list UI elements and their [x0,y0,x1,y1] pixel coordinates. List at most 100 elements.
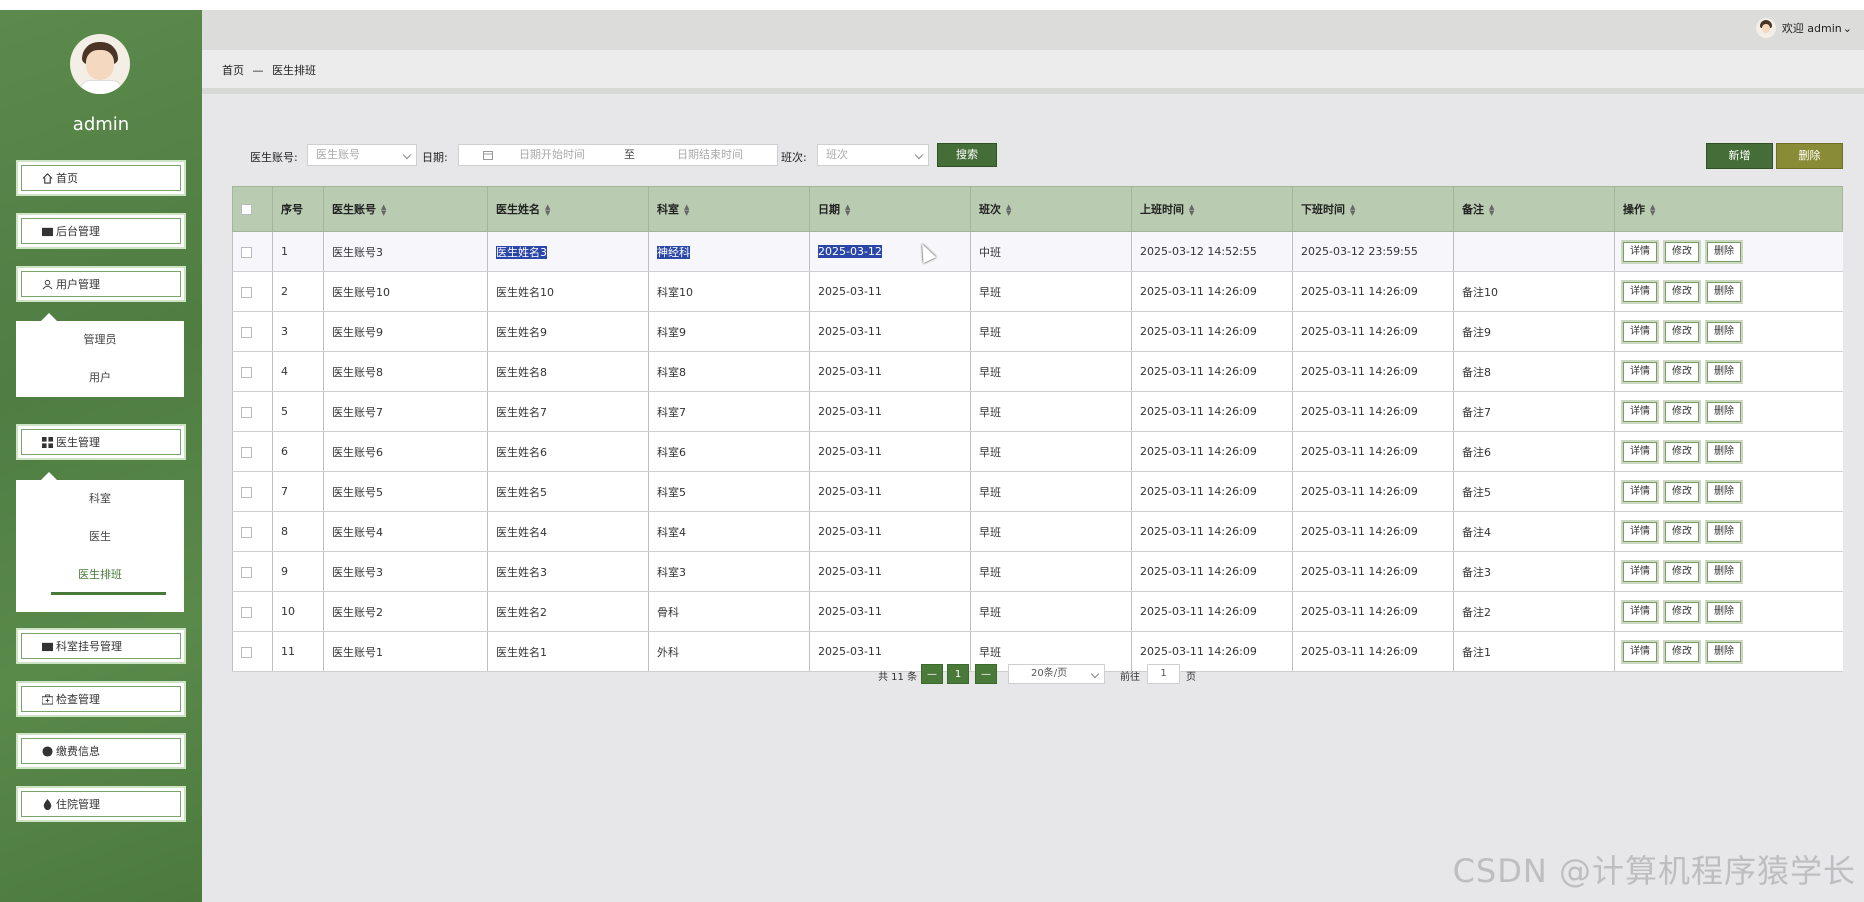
avatar[interactable] [70,34,130,94]
detail-button[interactable]: 详情 [1623,321,1657,342]
shift-select[interactable]: 班次 [817,144,929,166]
detail-button[interactable]: 详情 [1623,601,1657,622]
detail-button[interactable]: 详情 [1623,481,1657,502]
sort-icon[interactable]: ▲ ▼ [1189,204,1194,217]
goto-page-input[interactable]: 1 [1147,664,1180,684]
delete-button[interactable]: 删除 [1707,441,1741,462]
header-date[interactable]: 日期 ▲ ▼ [809,186,971,232]
table-row[interactable]: 1 医生账号3 医生姓名3 神经科 2025-03-12 中班 2025-03-12 14:… [232,231,1843,272]
detail-button[interactable]: 详情 [1623,361,1657,382]
table-row[interactable]: 9 医生账号3 医生姓名3 科室3 2025-03-11 早班 2025-03-11 14:… [232,551,1843,592]
sort-icon[interactable]: ▲ ▼ [1006,204,1011,217]
edit-button[interactable]: 修改 [1665,401,1699,422]
row-checkbox[interactable] [241,566,252,578]
user-menu[interactable]: 欢迎 admin ⌄ [1755,18,1852,38]
add-button[interactable]: 新增 [1706,143,1773,169]
edit-button[interactable]: 修改 [1665,561,1699,582]
submenu-item-users[interactable]: 用户 [16,359,184,397]
delete-button[interactable]: 删除 [1707,481,1741,502]
table-row[interactable]: 3 医生账号9 医生姓名9 科室9 2025-03-11 早班 2025-03-11 14:… [232,311,1843,352]
row-checkbox[interactable] [241,646,252,658]
row-checkbox[interactable] [241,446,252,458]
sidebar-item-backend[interactable]: 后台管理 [16,213,186,249]
doctor-account-input[interactable]: 医生账号 [307,144,417,166]
sidebar-item-user-management[interactable]: 用户管理 [16,266,186,302]
table-row[interactable]: 6 医生账号6 医生姓名6 科室6 2025-03-11 早班 2025-03-11 14:… [232,431,1843,472]
edit-button[interactable]: 修改 [1665,521,1699,542]
page-size-select[interactable]: 20条/页 [1008,664,1105,684]
breadcrumb-home[interactable]: 首页 [222,64,244,77]
detail-button[interactable]: 详情 [1623,561,1657,582]
table-row[interactable]: 4 医生账号8 医生姓名8 科室8 2025-03-11 早班 2025-03-11 14:… [232,351,1843,392]
table-row[interactable]: 2 医生账号10 医生姓名10 科室10 2025-03-11 早班 2025-03-11 … [232,271,1843,312]
edit-button[interactable]: 修改 [1665,481,1699,502]
edit-button[interactable]: 修改 [1665,601,1699,622]
submenu-item-admins[interactable]: 管理员 [16,321,184,359]
delete-button[interactable]: 删除 [1707,321,1741,342]
delete-button[interactable]: 删除 [1707,601,1741,622]
header-remark[interactable]: 备注 ▲ ▼ [1453,186,1615,232]
header-shift[interactable]: 班次 ▲ ▼ [970,186,1132,232]
next-page-button[interactable]: — [975,664,997,684]
row-checkbox[interactable] [241,406,252,418]
row-checkbox[interactable] [241,286,252,298]
submenu-item-doctor-schedule[interactable]: 医生排班 [16,556,184,594]
date-start-placeholder[interactable]: 日期开始时间 [519,145,585,165]
edit-button[interactable]: 修改 [1665,281,1699,302]
sidebar-item-payment[interactable]: 缴费信息 [16,733,186,769]
detail-button[interactable]: 详情 [1623,281,1657,302]
batch-delete-button[interactable]: 删除 [1776,143,1843,169]
edit-button[interactable]: 修改 [1665,641,1699,662]
detail-button[interactable]: 详情 [1623,401,1657,422]
delete-button[interactable]: 删除 [1707,401,1741,422]
sidebar-item-registration[interactable]: 科室挂号管理 [16,628,186,664]
row-checkbox[interactable] [241,246,252,258]
prev-page-button[interactable]: — [921,664,943,684]
submenu-item-doctor[interactable]: 医生 [16,518,184,556]
edit-button[interactable]: 修改 [1665,441,1699,462]
edit-button[interactable]: 修改 [1665,321,1699,342]
edit-button[interactable]: 修改 [1665,361,1699,382]
sidebar-item-doctor-management[interactable]: 医生管理 [16,424,186,460]
sort-icon[interactable]: ▲ ▼ [545,204,550,217]
delete-button[interactable]: 删除 [1707,521,1741,542]
header-department[interactable]: 科室 ▲ ▼ [648,186,810,232]
table-row[interactable]: 10 医生账号2 医生姓名2 骨科 2025-03-11 早班 2025-03-11 14:… [232,591,1843,632]
detail-button[interactable]: 详情 [1623,241,1657,262]
table-row[interactable]: 8 医生账号4 医生姓名4 科室4 2025-03-11 早班 2025-03-11 14:… [232,511,1843,552]
sort-icon[interactable]: ▲ ▼ [684,204,689,217]
table-row[interactable]: 7 医生账号5 医生姓名5 科室5 2025-03-11 早班 2025-03-11 14:… [232,471,1843,512]
search-button[interactable]: 搜索 [937,143,997,167]
submenu-item-department[interactable]: 科室 [16,480,184,518]
sort-icon[interactable]: ▲ ▼ [1489,204,1494,217]
delete-button[interactable]: 删除 [1707,281,1741,302]
header-start-time[interactable]: 上班时间 ▲ ▼ [1131,186,1293,232]
sort-icon[interactable]: ▲ ▼ [381,204,386,217]
date-range-picker[interactable]: 日期开始时间 至 日期结束时间 [458,144,778,166]
delete-button[interactable]: 删除 [1707,641,1741,662]
table-row[interactable]: 5 医生账号7 医生姓名7 科室7 2025-03-11 早班 2025-03-11 14:… [232,391,1843,432]
delete-button[interactable]: 删除 [1707,561,1741,582]
sort-icon[interactable]: ▲ ▼ [1650,204,1655,217]
detail-button[interactable]: 详情 [1623,521,1657,542]
row-checkbox[interactable] [241,326,252,338]
select-all-checkbox[interactable] [241,204,252,215]
header-actions[interactable]: 操作 ▲ ▼ [1614,186,1843,232]
detail-button[interactable]: 详情 [1623,641,1657,662]
header-doctor-name[interactable]: 医生姓名 ▲ ▼ [487,186,649,232]
sidebar-item-examination[interactable]: 检查管理 [16,681,186,717]
delete-button[interactable]: 删除 [1707,241,1741,262]
sidebar-item-inpatient[interactable]: 住院管理 [16,786,186,822]
edit-button[interactable]: 修改 [1665,241,1699,262]
page-1-button[interactable]: 1 [947,664,969,684]
header-doctor-account[interactable]: 医生账号 ▲ ▼ [323,186,488,232]
row-checkbox[interactable] [241,486,252,498]
delete-button[interactable]: 删除 [1707,361,1741,382]
detail-button[interactable]: 详情 [1623,441,1657,462]
header-end-time[interactable]: 下班时间 ▲ ▼ [1292,186,1454,232]
row-checkbox[interactable] [241,526,252,538]
row-checkbox[interactable] [241,606,252,618]
row-checkbox[interactable] [241,366,252,378]
sort-icon[interactable]: ▲ ▼ [1350,204,1355,217]
sidebar-item-home[interactable]: 首页 [16,160,186,196]
